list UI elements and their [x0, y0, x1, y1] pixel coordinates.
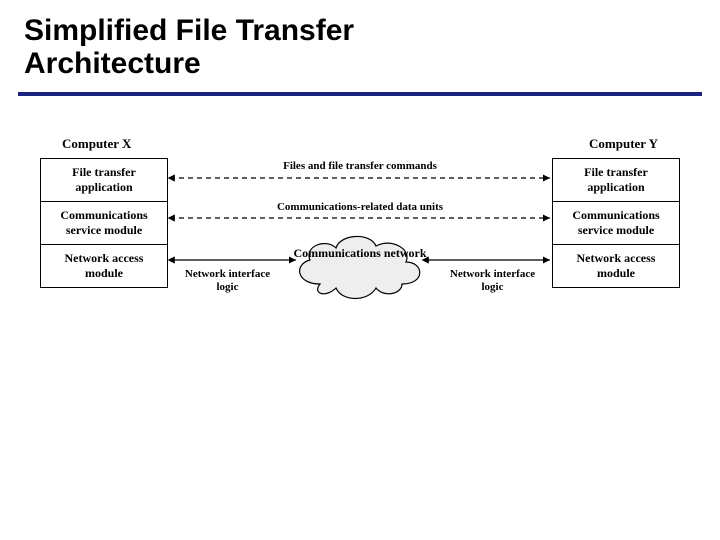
network-interface-logic-right: Network interface logic: [445, 268, 540, 294]
cloud-label: Communications network: [290, 246, 430, 261]
network-interface-logic-left: Network interface logic: [180, 268, 275, 294]
left-comm-service-box: Communications service module: [40, 202, 168, 245]
files-transfer-label: Files and file transfer commands: [283, 160, 437, 172]
computer-y-label: Computer Y: [589, 136, 658, 152]
computer-x-label: Computer X: [62, 136, 131, 152]
right-comm-service-box: Communications service module: [552, 202, 680, 245]
title-rule: [18, 92, 702, 96]
slide-title: Simplified File Transfer Architecture: [0, 0, 720, 86]
title-line-2: Architecture: [24, 47, 201, 80]
comm-data-units-label: Communications-related data units: [277, 201, 443, 213]
right-stack: File transfer application Communications…: [552, 158, 680, 288]
title-line-1: Simplified File Transfer: [24, 14, 354, 47]
architecture-diagram: Computer X Computer Y File transfer appl…: [40, 136, 680, 396]
right-file-transfer-box: File transfer application: [552, 158, 680, 202]
left-file-transfer-box: File transfer application: [40, 158, 168, 202]
left-network-access-box: Network access module: [40, 245, 168, 288]
cloud-icon: [290, 228, 430, 304]
left-stack: File transfer application Communications…: [40, 158, 168, 288]
right-network-access-box: Network access module: [552, 245, 680, 288]
